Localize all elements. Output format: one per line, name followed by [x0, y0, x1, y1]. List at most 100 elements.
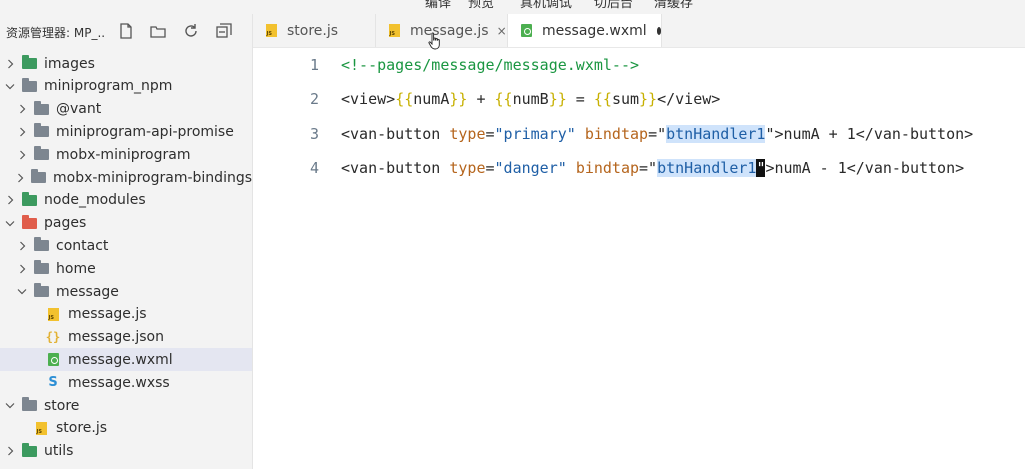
- explorer-title: 资源管理器: MP_...: [6, 26, 106, 40]
- tree-item[interactable]: mobx-miniprogram-bindings: [0, 166, 252, 189]
- code-token: <!--pages/message/message.wxml-->: [341, 56, 640, 74]
- tree-item[interactable]: store.js: [0, 417, 252, 440]
- refresh-icon[interactable]: [181, 21, 201, 41]
- code-line[interactable]: 1 <!--pages/message/message.wxml-->: [253, 52, 1025, 78]
- tree-item[interactable]: Smessage.wxss: [0, 371, 252, 394]
- tree-item[interactable]: node_modules: [0, 189, 252, 212]
- code-token: bindtap: [575, 159, 640, 177]
- tab-label: message.js: [410, 22, 489, 39]
- tree-item[interactable]: miniprogram-api-promise: [0, 120, 252, 143]
- tree-item-label: mobx-miniprogram-bindings: [53, 169, 253, 186]
- code-line[interactable]: 3 <van-button type="primary" bindtap="btn…: [253, 121, 1025, 147]
- code-token: =": [639, 159, 658, 177]
- tab-store-js[interactable]: store.js: [253, 14, 376, 47]
- tab-label: message.wxml: [542, 22, 647, 39]
- collapse-all-icon[interactable]: [214, 21, 234, 41]
- chevron-right-icon: [17, 262, 27, 276]
- tree-item-label: utils: [44, 443, 74, 460]
- tree-item[interactable]: message: [0, 280, 252, 303]
- chevron-right-icon: [17, 239, 27, 253]
- tree-item-label: message.json: [68, 329, 164, 346]
- code-token: <van-button: [341, 125, 450, 143]
- wxml-file-icon: [45, 353, 61, 367]
- tree-item[interactable]: images: [0, 52, 252, 75]
- tree-item-label: miniprogram-api-promise: [56, 123, 234, 140]
- chevron-right-icon: [17, 148, 27, 162]
- code-line[interactable]: 4 <van-button type="danger" bindtap="btnH…: [253, 155, 1025, 181]
- chevron-down-icon: [5, 399, 15, 413]
- tree-item-label: mobx-miniprogram: [56, 146, 191, 163]
- tree-item[interactable]: home: [0, 257, 252, 280]
- tab-message-wxml[interactable]: message.wxml: [508, 14, 662, 47]
- toolbar-clear-cache[interactable]: 清缓存: [654, 0, 693, 11]
- tree-item-label: home: [56, 260, 96, 277]
- selection-highlight: btnHandler1: [657, 159, 757, 177]
- wxml-file-icon: [518, 24, 534, 38]
- code-token: >numA - 1</van-button>: [765, 159, 965, 177]
- new-folder-icon[interactable]: [148, 21, 168, 41]
- code-token: +: [467, 90, 495, 108]
- explorer-sidebar: 资源管理器: MP_... images miniprogram_npm @vant…: [0, 14, 253, 469]
- tree-item-label: store: [44, 397, 80, 414]
- code-token: sum: [611, 90, 640, 108]
- code-token: }}: [449, 90, 468, 108]
- tree-item[interactable]: message.js: [0, 303, 252, 326]
- code-token: =: [485, 125, 495, 143]
- explorer-header: 资源管理器: MP_...: [0, 14, 252, 50]
- selection-highlight: btnHandler1: [666, 125, 766, 143]
- tree-item[interactable]: contact: [0, 234, 252, 257]
- folder-icon: [21, 77, 37, 93]
- tree-item[interactable]: @vant: [0, 98, 252, 121]
- code-token: =: [485, 159, 495, 177]
- code-token: "danger": [494, 159, 567, 177]
- code-token: {{: [593, 90, 612, 108]
- tree-item[interactable]: {} message.json: [0, 326, 252, 349]
- chevron-right-icon: [17, 171, 24, 185]
- tree-item[interactable]: message.wxml: [0, 348, 252, 372]
- folder-icon: [21, 397, 37, 413]
- tree-item-label: message.wxss: [68, 374, 170, 391]
- chevron-down-icon: [5, 79, 15, 93]
- tree-item[interactable]: pages: [0, 212, 252, 235]
- code-line[interactable]: 2 <view>{{numA}} + {{numB}} = {{sum}}</vi…: [253, 86, 1025, 112]
- toolbar-compile[interactable]: 编译: [425, 0, 451, 11]
- editor-tabbar: store.js message.js × message.wxml: [253, 14, 1025, 48]
- code-token: <view>: [341, 90, 396, 108]
- hand-pointer-icon: [428, 32, 442, 50]
- folder-icon: [33, 260, 49, 276]
- folder-icon: [21, 442, 37, 458]
- code-token: numA: [413, 90, 450, 108]
- tree-item[interactable]: store: [0, 394, 252, 417]
- top-toolbar: 编译 预览 真机调试 切后台 清缓存: [0, 0, 1025, 14]
- tab-message-js[interactable]: message.js ×: [376, 14, 508, 47]
- line-number: 3: [309, 125, 319, 143]
- folder-icon: [33, 283, 49, 299]
- code-token: type: [449, 125, 486, 143]
- unsaved-dot-icon[interactable]: [656, 26, 661, 35]
- code-editor[interactable]: 1 <!--pages/message/message.wxml--> 2 <view…: [253, 48, 1025, 469]
- chevron-right-icon: [5, 193, 15, 207]
- chevron-right-icon: [5, 444, 15, 458]
- tree-item[interactable]: miniprogram_npm: [0, 75, 252, 98]
- toolbar-preview[interactable]: 预览: [468, 0, 494, 11]
- tree-item[interactable]: utils: [0, 440, 252, 463]
- code-token: type: [449, 159, 486, 177]
- code-token: bindtap: [584, 125, 649, 143]
- code-token: {{: [395, 90, 414, 108]
- new-file-icon[interactable]: [116, 21, 136, 41]
- toolbar-device-debug[interactable]: 真机调试: [520, 0, 572, 11]
- toolbar-background[interactable]: 切后台: [594, 0, 633, 11]
- folder-icon: [33, 123, 49, 139]
- code-token: </view>: [657, 90, 721, 108]
- line-number: 1: [309, 56, 319, 74]
- tree-item[interactable]: mobx-miniprogram: [0, 143, 252, 166]
- js-file-icon: [33, 421, 49, 435]
- code-token: numB: [512, 90, 549, 108]
- close-icon[interactable]: ×: [497, 24, 507, 38]
- tree-item-label: images: [44, 55, 95, 72]
